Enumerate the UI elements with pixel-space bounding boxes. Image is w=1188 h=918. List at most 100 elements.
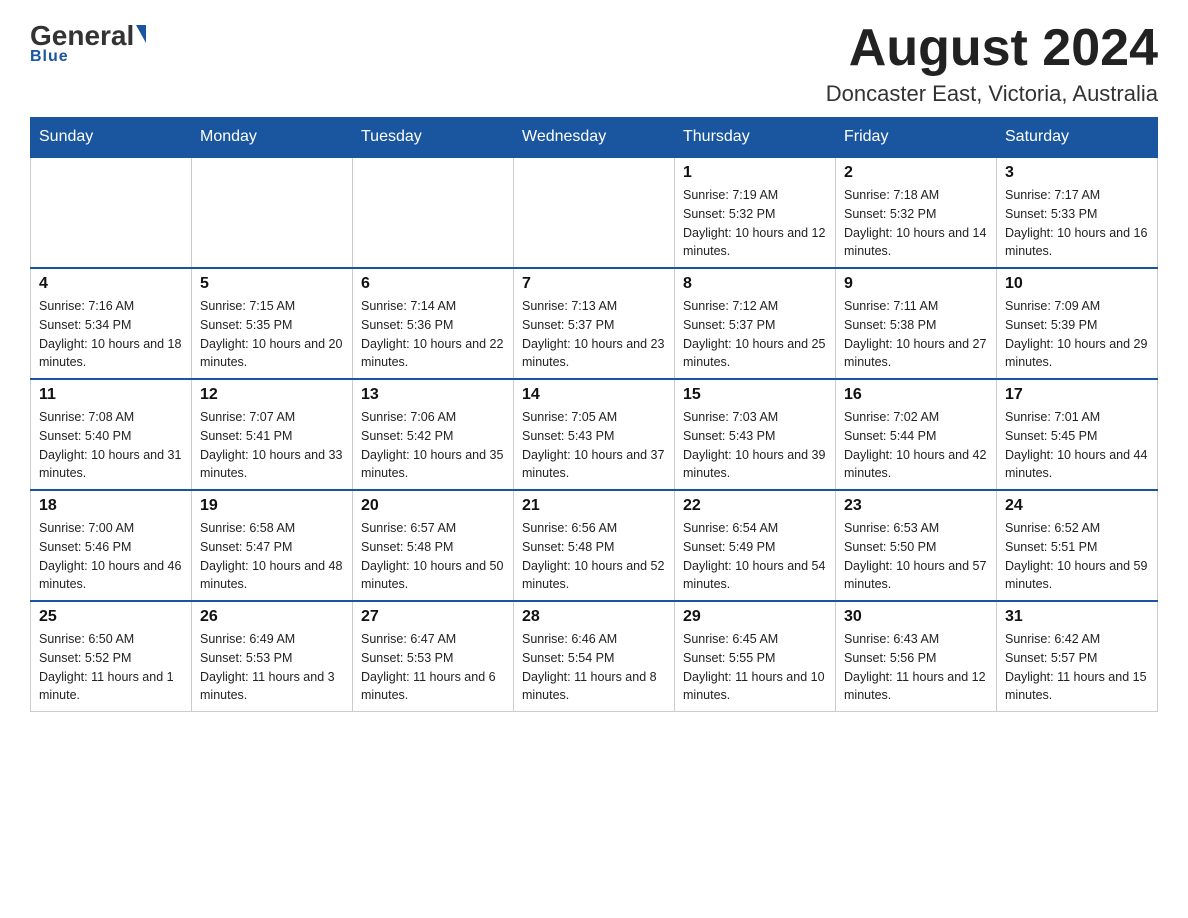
calendar-cell: 6 Sunrise: 7:14 AM Sunset: 5:36 PM Daylig… [353, 268, 514, 379]
day-info: Sunrise: 7:09 AM Sunset: 5:39 PM Dayligh… [1005, 297, 1149, 372]
calendar-cell: 15Sunrise: 7:03 AM Sunset: 5:43 PM Dayli… [675, 379, 836, 490]
column-header-sunday: Sunday [31, 118, 192, 158]
day-info: Sunrise: 6:45 AM Sunset: 5:55 PM Dayligh… [683, 630, 827, 705]
day-info: Sunrise: 6:43 AM Sunset: 5:56 PM Dayligh… [844, 630, 988, 705]
day-number: 17 [1005, 386, 1149, 404]
calendar-cell: 2Sunrise: 7:18 AM Sunset: 5:32 PM Daylig… [836, 157, 997, 268]
column-header-monday: Monday [192, 118, 353, 158]
day-info: Sunrise: 7:14 AM Sunset: 5:36 PM Dayligh… [361, 297, 505, 372]
column-header-friday: Friday [836, 118, 997, 158]
day-number: 15 [683, 386, 827, 404]
calendar-cell: 27 Sunrise: 6:47 AM Sunset: 5:53 PM Dayli… [353, 601, 514, 712]
calendar-cell [514, 157, 675, 268]
day-info: Sunrise: 7:06 AM Sunset: 5:42 PM Dayligh… [361, 408, 505, 483]
calendar-cell: 14Sunrise: 7:05 AM Sunset: 5:43 PM Dayli… [514, 379, 675, 490]
calendar-cell: 26 Sunrise: 6:49 AM Sunset: 5:53 PM Dayli… [192, 601, 353, 712]
day-number: 16 [844, 386, 988, 404]
calendar-week-row: 4 Sunrise: 7:16 AM Sunset: 5:34 PM Daylig… [31, 268, 1158, 379]
day-number: 2 [844, 164, 988, 182]
day-info: Sunrise: 7:00 AM Sunset: 5:46 PM Dayligh… [39, 519, 183, 594]
day-number: 9 [844, 275, 988, 293]
calendar-cell: 28 Sunrise: 6:46 AM Sunset: 5:54 PM Dayli… [514, 601, 675, 712]
calendar-cell: 19 Sunrise: 6:58 AM Sunset: 5:47 PM Dayli… [192, 490, 353, 601]
column-header-thursday: Thursday [675, 118, 836, 158]
day-number: 24 [1005, 497, 1149, 515]
calendar-cell: 25 Sunrise: 6:50 AM Sunset: 5:52 PM Dayli… [31, 601, 192, 712]
day-number: 8 [683, 275, 827, 293]
day-number: 26 [200, 608, 344, 626]
day-info: Sunrise: 7:01 AM Sunset: 5:45 PM Dayligh… [1005, 408, 1149, 483]
calendar-cell: 1Sunrise: 7:19 AM Sunset: 5:32 PM Daylig… [675, 157, 836, 268]
day-number: 10 [1005, 275, 1149, 293]
day-number: 28 [522, 608, 666, 626]
day-number: 7 [522, 275, 666, 293]
calendar-cell: 11Sunrise: 7:08 AM Sunset: 5:40 PM Dayli… [31, 379, 192, 490]
day-info: Sunrise: 6:46 AM Sunset: 5:54 PM Dayligh… [522, 630, 666, 705]
calendar-cell: 22 Sunrise: 6:54 AM Sunset: 5:49 PM Dayli… [675, 490, 836, 601]
month-year-title: August 2024 [826, 20, 1158, 77]
title-area: August 2024 Doncaster East, Victoria, Au… [826, 20, 1158, 107]
day-number: 25 [39, 608, 183, 626]
calendar-cell: 7 Sunrise: 7:13 AM Sunset: 5:37 PM Daylig… [514, 268, 675, 379]
calendar-week-row: 18 Sunrise: 7:00 AM Sunset: 5:46 PM Dayli… [31, 490, 1158, 601]
calendar-cell: 21 Sunrise: 6:56 AM Sunset: 5:48 PM Dayli… [514, 490, 675, 601]
calendar-cell: 31 Sunrise: 6:42 AM Sunset: 5:57 PM Dayli… [997, 601, 1158, 712]
page-header: General Blue August 2024 Doncaster East,… [30, 20, 1158, 107]
day-number: 5 [200, 275, 344, 293]
day-info: Sunrise: 7:08 AM Sunset: 5:40 PM Dayligh… [39, 408, 183, 483]
day-number: 23 [844, 497, 988, 515]
calendar-cell: 29Sunrise: 6:45 AM Sunset: 5:55 PM Dayli… [675, 601, 836, 712]
calendar-cell: 8Sunrise: 7:12 AM Sunset: 5:37 PM Daylig… [675, 268, 836, 379]
day-number: 22 [683, 497, 827, 515]
day-info: Sunrise: 7:11 AM Sunset: 5:38 PM Dayligh… [844, 297, 988, 372]
logo: General Blue [30, 20, 146, 66]
column-header-saturday: Saturday [997, 118, 1158, 158]
day-number: 6 [361, 275, 505, 293]
calendar-cell [31, 157, 192, 268]
calendar-week-row: 11Sunrise: 7:08 AM Sunset: 5:40 PM Dayli… [31, 379, 1158, 490]
day-info: Sunrise: 7:05 AM Sunset: 5:43 PM Dayligh… [522, 408, 666, 483]
day-info: Sunrise: 6:56 AM Sunset: 5:48 PM Dayligh… [522, 519, 666, 594]
day-info: Sunrise: 6:52 AM Sunset: 5:51 PM Dayligh… [1005, 519, 1149, 594]
day-info: Sunrise: 6:49 AM Sunset: 5:53 PM Dayligh… [200, 630, 344, 705]
calendar-cell [192, 157, 353, 268]
day-number: 13 [361, 386, 505, 404]
day-number: 4 [39, 275, 183, 293]
day-number: 27 [361, 608, 505, 626]
calendar-cell: 18 Sunrise: 7:00 AM Sunset: 5:46 PM Dayli… [31, 490, 192, 601]
day-info: Sunrise: 7:07 AM Sunset: 5:41 PM Dayligh… [200, 408, 344, 483]
column-header-wednesday: Wednesday [514, 118, 675, 158]
calendar-cell: 10 Sunrise: 7:09 AM Sunset: 5:39 PM Dayli… [997, 268, 1158, 379]
day-info: Sunrise: 7:02 AM Sunset: 5:44 PM Dayligh… [844, 408, 988, 483]
day-number: 19 [200, 497, 344, 515]
calendar-cell: 4 Sunrise: 7:16 AM Sunset: 5:34 PM Daylig… [31, 268, 192, 379]
day-info: Sunrise: 7:17 AM Sunset: 5:33 PM Dayligh… [1005, 186, 1149, 261]
calendar-cell: 30 Sunrise: 6:43 AM Sunset: 5:56 PM Dayli… [836, 601, 997, 712]
day-info: Sunrise: 6:53 AM Sunset: 5:50 PM Dayligh… [844, 519, 988, 594]
day-info: Sunrise: 7:15 AM Sunset: 5:35 PM Dayligh… [200, 297, 344, 372]
day-info: Sunrise: 6:57 AM Sunset: 5:48 PM Dayligh… [361, 519, 505, 594]
day-info: Sunrise: 7:19 AM Sunset: 5:32 PM Dayligh… [683, 186, 827, 261]
calendar-cell: 12 Sunrise: 7:07 AM Sunset: 5:41 PM Dayli… [192, 379, 353, 490]
day-info: Sunrise: 7:16 AM Sunset: 5:34 PM Dayligh… [39, 297, 183, 372]
logo-triangle-icon [136, 25, 146, 43]
day-info: Sunrise: 6:42 AM Sunset: 5:57 PM Dayligh… [1005, 630, 1149, 705]
calendar-cell: 20 Sunrise: 6:57 AM Sunset: 5:48 PM Dayli… [353, 490, 514, 601]
day-number: 20 [361, 497, 505, 515]
calendar-cell [353, 157, 514, 268]
day-info: Sunrise: 6:58 AM Sunset: 5:47 PM Dayligh… [200, 519, 344, 594]
day-info: Sunrise: 6:54 AM Sunset: 5:49 PM Dayligh… [683, 519, 827, 594]
calendar-cell: 16 Sunrise: 7:02 AM Sunset: 5:44 PM Dayli… [836, 379, 997, 490]
calendar-cell: 23 Sunrise: 6:53 AM Sunset: 5:50 PM Dayli… [836, 490, 997, 601]
day-number: 31 [1005, 608, 1149, 626]
day-number: 3 [1005, 164, 1149, 182]
day-number: 21 [522, 497, 666, 515]
day-number: 18 [39, 497, 183, 515]
day-info: Sunrise: 6:50 AM Sunset: 5:52 PM Dayligh… [39, 630, 183, 705]
day-info: Sunrise: 7:13 AM Sunset: 5:37 PM Dayligh… [522, 297, 666, 372]
calendar-cell: 5 Sunrise: 7:15 AM Sunset: 5:35 PM Daylig… [192, 268, 353, 379]
calendar-cell: 17 Sunrise: 7:01 AM Sunset: 5:45 PM Dayli… [997, 379, 1158, 490]
day-info: Sunrise: 6:47 AM Sunset: 5:53 PM Dayligh… [361, 630, 505, 705]
day-number: 30 [844, 608, 988, 626]
day-number: 12 [200, 386, 344, 404]
